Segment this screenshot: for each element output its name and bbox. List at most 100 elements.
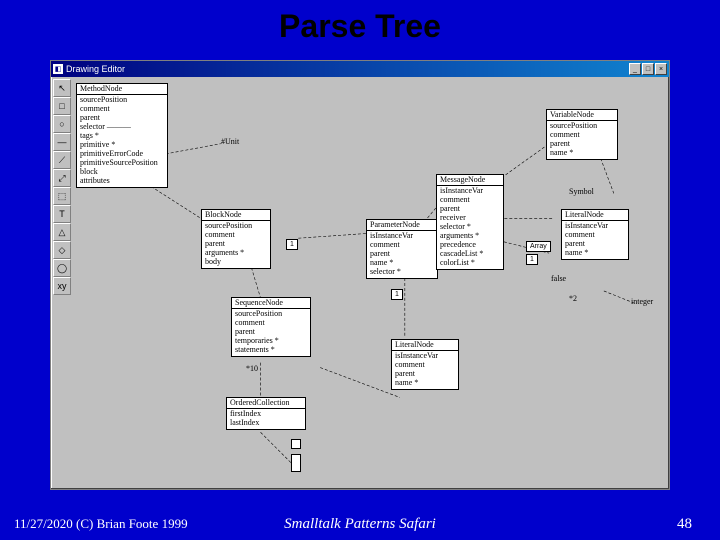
node-row: name * [370, 258, 434, 267]
slide-title: Parse Tree [0, 0, 720, 45]
node-row: comment [550, 130, 614, 139]
node-row: primitiveErrorCode [80, 149, 164, 158]
node-row: parent [565, 239, 625, 248]
tool-diamond[interactable]: ◇ [53, 241, 71, 259]
anchor-box [291, 439, 301, 449]
node-row: name * [550, 148, 614, 157]
tool-arrow[interactable]: ⤢ [53, 169, 71, 187]
node-row: attributes [80, 176, 164, 185]
window-title: Drawing Editor [66, 64, 125, 74]
node-title: OrderedCollection [227, 398, 305, 409]
node-row: tags * [80, 131, 164, 140]
label-one: 1 [391, 289, 403, 300]
node-row: selector ——— [80, 122, 164, 131]
label-one: 1 [286, 239, 298, 250]
diagram-canvas[interactable]: MethodNode sourcePosition comment parent… [71, 79, 667, 487]
label-false: false [551, 274, 566, 283]
node-rows: sourcePosition comment parent arguments … [202, 221, 270, 268]
node-title: BlockNode [202, 210, 270, 221]
node-row: comment [80, 104, 164, 113]
node-row: parent [80, 113, 164, 122]
node-row: isInstanceVar [565, 221, 625, 230]
node-row: isInstanceVar [370, 231, 434, 240]
node-row: parent [395, 369, 455, 378]
maximize-button[interactable]: □ [642, 63, 654, 75]
node-row: cascadeList * [440, 249, 500, 258]
node-title: ParameterNode [367, 220, 437, 231]
tool-line[interactable]: — [53, 133, 71, 151]
node-row: sourcePosition [80, 95, 164, 104]
label-ten: *10 [246, 364, 258, 373]
node-row: statements * [235, 345, 307, 354]
node-rows: sourcePosition comment parent temporarie… [232, 309, 310, 356]
node-literal-top[interactable]: LiteralNode isInstanceVar comment parent… [561, 209, 629, 260]
drawing-editor-window: ◧ Drawing Editor _ □ × ↖ □ ○ — ⟋ ⤢ ⬚ T △… [50, 60, 670, 490]
node-rows: isInstanceVar comment parent name * sele… [367, 231, 437, 278]
tool-pointer[interactable]: ↖ [53, 79, 71, 97]
node-row: colorList * [440, 258, 500, 267]
node-row: primitive * [80, 140, 164, 149]
node-row: comment [235, 318, 307, 327]
node-block[interactable]: BlockNode sourcePosition comment parent … [201, 209, 271, 269]
label-integer: integer [631, 297, 653, 306]
tool-xy[interactable]: xy [53, 277, 71, 295]
tool-dashrect[interactable]: ⬚ [53, 187, 71, 205]
node-row: primitiveSourcePosition [80, 158, 164, 167]
node-row: arguments * [205, 248, 267, 257]
anchor-box [291, 454, 301, 472]
node-row: precedence [440, 240, 500, 249]
label-one: 1 [526, 254, 538, 265]
tool-text[interactable]: T [53, 205, 71, 223]
minimize-button[interactable]: _ [629, 63, 641, 75]
app-icon: ◧ [53, 64, 63, 74]
node-rows: firstIndex lastIndex [227, 409, 305, 429]
node-title: MethodNode [77, 84, 167, 95]
node-variable[interactable]: VariableNode sourcePosition comment pare… [546, 109, 618, 160]
node-row: isInstanceVar [395, 351, 455, 360]
node-sequence[interactable]: SequenceNode sourcePosition comment pare… [231, 297, 311, 357]
node-rows: sourcePosition comment parent selector —… [77, 95, 167, 187]
tool-diag[interactable]: ⟋ [53, 151, 71, 169]
node-row: arguments * [440, 231, 500, 240]
tool-circle[interactable]: ◯ [53, 259, 71, 277]
node-ordered[interactable]: OrderedCollection firstIndex lastIndex [226, 397, 306, 430]
node-row: comment [205, 230, 267, 239]
slide: Parse Tree ◧ Drawing Editor _ □ × ↖ □ ○ … [0, 0, 720, 540]
node-message[interactable]: MessageNode isInstanceVar comment parent… [436, 174, 504, 270]
node-row: sourcePosition [205, 221, 267, 230]
node-row: parent [205, 239, 267, 248]
node-row: selector * [370, 267, 434, 276]
label-array: Array [526, 241, 551, 252]
node-title: SequenceNode [232, 298, 310, 309]
node-row: parent [370, 249, 434, 258]
node-rows: isInstanceVar comment parent name * [562, 221, 628, 259]
node-rows: isInstanceVar comment parent name * [392, 351, 458, 389]
window-titlebar: ◧ Drawing Editor _ □ × [51, 61, 669, 77]
tool-palette: ↖ □ ○ — ⟋ ⤢ ⬚ T △ ◇ ◯ xy [53, 79, 71, 295]
node-title: LiteralNode [562, 210, 628, 221]
node-row: selector * [440, 222, 500, 231]
tool-ellipse[interactable]: ○ [53, 115, 71, 133]
node-row: name * [395, 378, 455, 387]
node-row: isInstanceVar [440, 186, 500, 195]
slide-footer: 11/27/2020 (C) Brian Foote 1999 Smalltal… [0, 512, 720, 536]
node-row: parent [440, 204, 500, 213]
node-parameter[interactable]: ParameterNode isInstanceVar comment pare… [366, 219, 438, 279]
node-row: name * [565, 248, 625, 257]
node-row: comment [440, 195, 500, 204]
node-row: parent [550, 139, 614, 148]
node-row: sourcePosition [550, 121, 614, 130]
node-row: temporaries * [235, 336, 307, 345]
tool-triangle[interactable]: △ [53, 223, 71, 241]
node-row: body [205, 257, 267, 266]
close-button[interactable]: × [655, 63, 667, 75]
node-row: firstIndex [230, 409, 302, 418]
node-row: block [80, 167, 164, 176]
footer-left: 11/27/2020 (C) Brian Foote 1999 [14, 516, 188, 532]
tool-rect[interactable]: □ [53, 97, 71, 115]
node-rows: isInstanceVar comment parent receiver se… [437, 186, 503, 269]
node-title: VariableNode [547, 110, 617, 121]
node-literal-bottom[interactable]: LiteralNode isInstanceVar comment parent… [391, 339, 459, 390]
node-row: comment [395, 360, 455, 369]
node-method[interactable]: MethodNode sourcePosition comment parent… [76, 83, 168, 188]
